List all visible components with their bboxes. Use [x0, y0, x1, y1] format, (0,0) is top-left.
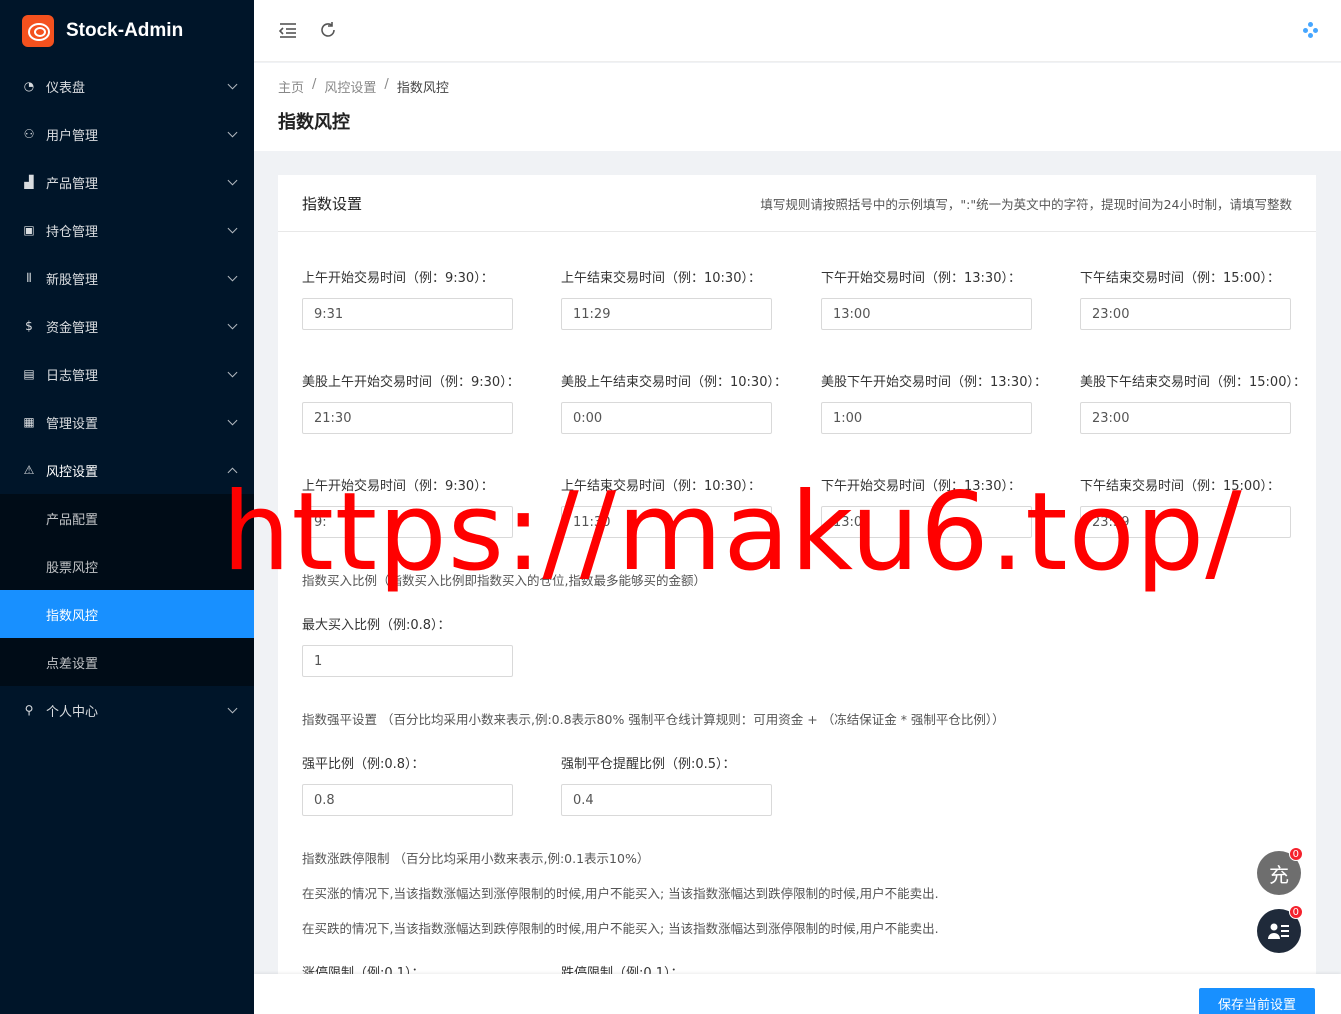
breadcrumb-parent[interactable]: 风控设置 — [324, 77, 376, 96]
breadcrumb-current: 指数风控 — [396, 81, 449, 96]
sidebar-item-logs[interactable]: ▤ 日志管理 — [0, 350, 254, 398]
us-am-start-label: 美股上午开始交易时间（例：9:30）： — [302, 375, 520, 390]
chevron-down-icon — [227, 271, 238, 281]
sidebar-item-profile[interactable]: ⚲ 个人中心 — [0, 686, 254, 734]
users-icon: ⚇ — [23, 127, 35, 141]
chevron-up-icon — [227, 467, 238, 477]
limit-rule-2: 在买跌的情况下,当该指数涨幅达到跌停限制的时候,用户不能买入; 当该指数涨幅达到… — [302, 921, 939, 936]
sidebar-item-admin-settings[interactable]: ▦ 管理设置 — [0, 398, 254, 446]
sidebar-item-risk-settings[interactable]: ⚠ 风控设置 — [0, 446, 254, 494]
buy-ratio-section: 指数买入比例（指数买入比例即指数买入的仓位,指数最多能够买的金额） — [302, 573, 706, 588]
chevron-down-icon — [227, 79, 238, 89]
settings-card: 指数设置 填写规则请按照括号中的示例填写，":"统一为英文中的字符，提现时间为2… — [278, 175, 1316, 1014]
menu-fold-icon[interactable] — [276, 18, 300, 42]
money-icon: $ — [25, 319, 33, 333]
recharge-badge: 0 — [1288, 847, 1303, 861]
pm-start-label: 下午开始交易时间（例：13:30）： — [821, 271, 1021, 286]
page-header: 主页 / 风控设置 / 指数风控 指数风控 — [254, 63, 1341, 151]
max-buy-ratio-input[interactable] — [302, 645, 513, 677]
breadcrumb-home[interactable]: 主页 — [278, 77, 304, 96]
logo-icon — [22, 15, 54, 47]
recharge-label: 充 — [1269, 862, 1289, 887]
alt-am-end-input[interactable] — [561, 506, 772, 538]
user-icon: ⚲ — [24, 703, 34, 717]
position-icon: ▣ — [23, 223, 35, 237]
breadcrumb: 主页 / 风控设置 / 指数风控 — [278, 77, 1317, 96]
alt-pm-start-label: 下午开始交易时间（例：13:30）： — [821, 479, 1021, 494]
ipo-icon: ⦀ — [26, 270, 32, 285]
chevron-down-icon — [227, 367, 238, 377]
force-ratio-label: 强平比例（例:0.8）： — [302, 757, 425, 772]
card-hint: 填写规则请按照括号中的示例填写，":"统一为英文中的字符，提现时间为24小时制，… — [760, 196, 1292, 212]
pm-start-input[interactable] — [821, 298, 1032, 330]
alt-pm-start-input[interactable] — [821, 506, 1032, 538]
warning-icon: ⚠ — [23, 463, 35, 477]
submenu-item-product-config[interactable]: 产品配置 — [0, 494, 254, 542]
alt-am-start-input[interactable] — [302, 506, 513, 538]
us-pm-start-label: 美股下午开始交易时间（例：13:30）： — [821, 375, 1047, 390]
chevron-down-icon — [227, 319, 238, 329]
logo[interactable]: Stock-Admin — [0, 0, 254, 62]
chat-badge: 0 — [1288, 905, 1303, 919]
sidebar: Stock-Admin ◔ 仪表盘 ⚇ 用户管理 ▟ 产品管理 ▣ 持仓管理 ⦀… — [0, 0, 254, 1014]
us-pm-end-label: 美股下午结束交易时间（例：15:00）： — [1080, 375, 1306, 390]
limit-rule-1: 在买涨的情况下,当该指数涨幅达到涨停限制的时候,用户不能买入; 当该指数涨幅达到… — [302, 886, 939, 901]
risk-submenu: 产品配置 股票风控 指数风控 点差设置 — [0, 494, 254, 686]
force-ratio-input[interactable] — [302, 784, 513, 816]
breadcrumb-separator: / — [312, 77, 317, 92]
dashboard-icon: ◔ — [23, 79, 35, 93]
force-close-section: 指数强平设置 （百分比均采用小数来表示,例:0.8表示80% 强制平仓线计算规则… — [302, 712, 1005, 727]
sidebar-item-positions[interactable]: ▣ 持仓管理 — [0, 206, 254, 254]
us-am-start-input[interactable] — [302, 402, 513, 434]
chevron-down-icon — [227, 175, 238, 185]
log-icon: ▤ — [23, 367, 35, 381]
breadcrumb-separator: / — [384, 77, 389, 92]
sidebar-item-users[interactable]: ⚇ 用户管理 — [0, 110, 254, 158]
refresh-icon[interactable] — [316, 18, 340, 42]
us-am-end-input[interactable] — [561, 402, 772, 434]
us-pm-start-input[interactable] — [821, 402, 1032, 434]
submenu-item-index-risk[interactable]: 指数风控 — [0, 590, 254, 638]
submenu-item-spread-settings[interactable]: 点差设置 — [0, 638, 254, 686]
sidebar-item-funds[interactable]: $ 资金管理 — [0, 302, 254, 350]
chevron-down-icon — [227, 703, 238, 713]
chat-float-button[interactable]: 0 — [1257, 905, 1303, 953]
am-start-label: 上午开始交易时间（例：9:30）： — [302, 271, 494, 286]
pm-end-label: 下午结束交易时间（例：15:00）： — [1080, 271, 1280, 286]
alt-pm-end-input[interactable] — [1080, 506, 1291, 538]
save-settings-button[interactable]: 保存当前设置 — [1199, 988, 1315, 1014]
limit-section: 指数涨跌停限制 （百分比均采用小数来表示,例:0.1表示10%） — [302, 851, 650, 866]
card-title: 指数设置 — [302, 194, 363, 213]
alt-am-end-label: 上午结束交易时间（例：10:30）： — [561, 479, 761, 494]
sidebar-item-ipo[interactable]: ⦀ 新股管理 — [0, 254, 254, 302]
force-remind-input[interactable] — [561, 784, 772, 816]
am-end-input[interactable] — [561, 298, 772, 330]
top-header — [254, 0, 1341, 62]
chevron-down-icon — [227, 223, 238, 233]
app-name: Stock-Admin — [66, 20, 184, 41]
chevron-down-icon — [227, 127, 238, 137]
sidebar-item-dashboard[interactable]: ◔ 仪表盘 — [0, 62, 254, 110]
force-remind-label: 强制平仓提醒比例（例:0.5）： — [561, 757, 736, 772]
am-start-input[interactable] — [302, 298, 513, 330]
settings-icon: ▦ — [23, 415, 35, 429]
chat-list-icon — [1268, 923, 1289, 939]
max-buy-ratio-label: 最大买入比例（例:0.8）： — [302, 618, 451, 633]
footer-bar: 保存当前设置 — [254, 974, 1341, 1014]
page-title: 指数风控 — [278, 112, 350, 133]
card-header: 指数设置 填写规则请按照括号中的示例填写，":"统一为英文中的字符，提现时间为2… — [278, 175, 1316, 232]
pm-end-input[interactable] — [1080, 298, 1291, 330]
submenu-item-stock-risk[interactable]: 股票风控 — [0, 542, 254, 590]
chart-icon: ▟ — [24, 175, 34, 189]
sidebar-item-products[interactable]: ▟ 产品管理 — [0, 158, 254, 206]
chevron-down-icon — [227, 415, 238, 425]
alt-pm-end-label: 下午结束交易时间（例：15:00）： — [1080, 479, 1280, 494]
alt-am-start-label: 上午开始交易时间（例：9:30）： — [302, 479, 494, 494]
us-pm-end-input[interactable] — [1080, 402, 1291, 434]
am-end-label: 上午结束交易时间（例：10:30）： — [561, 271, 761, 286]
us-am-end-label: 美股上午结束交易时间（例：10:30）： — [561, 375, 787, 390]
loading-dots-icon — [1303, 22, 1319, 38]
recharge-float-button[interactable]: 充 0 — [1257, 847, 1303, 895]
